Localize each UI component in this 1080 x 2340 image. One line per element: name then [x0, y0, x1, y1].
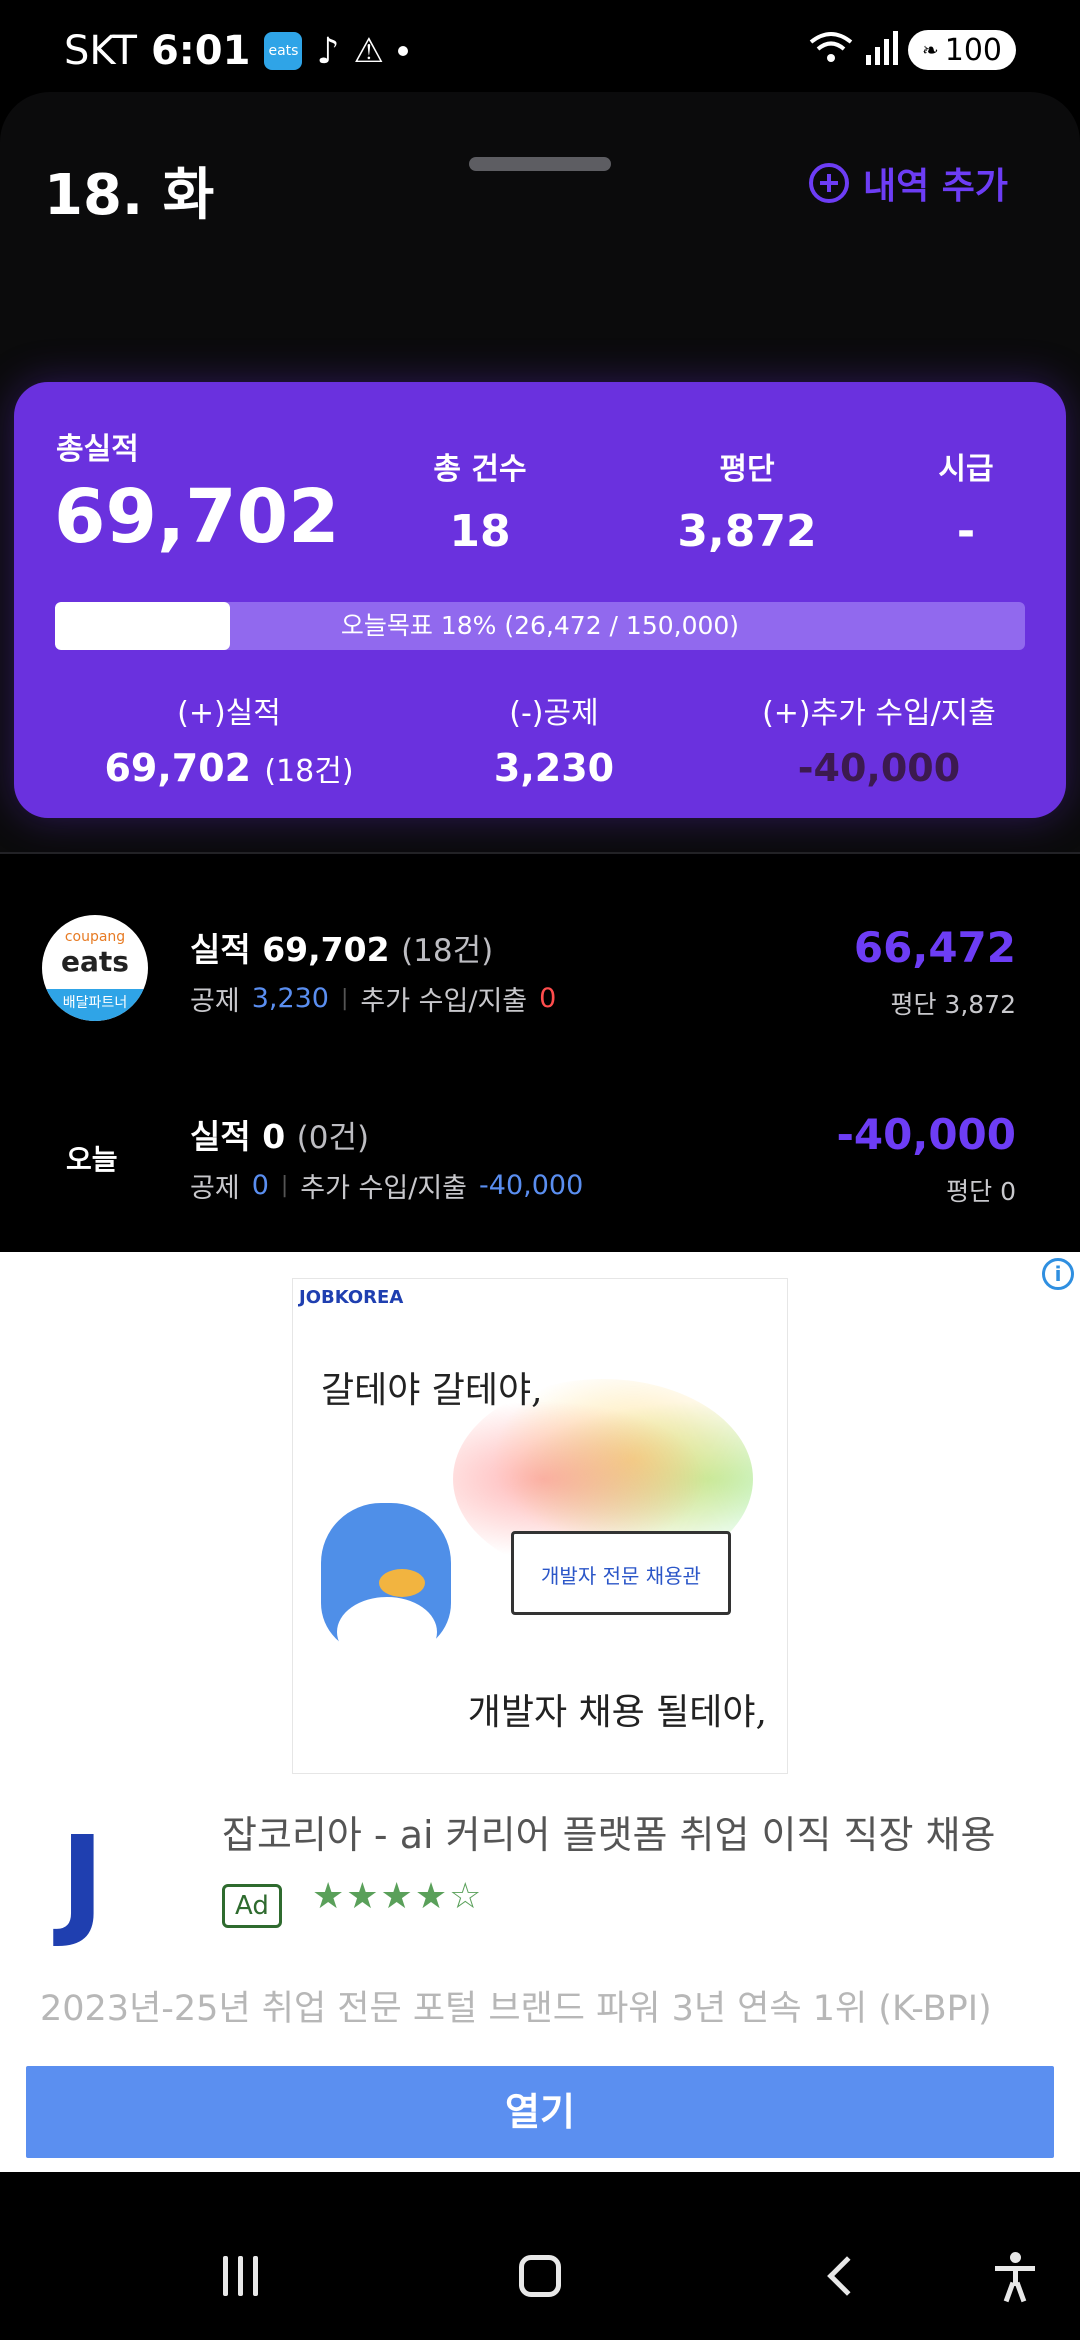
ad-image-line2: 개발자 채용 될테야,: [467, 1692, 767, 1733]
add-record-button[interactable]: 내역 추가: [808, 157, 1008, 209]
ad-image-line1: 갈테야 갈테야,: [321, 1370, 543, 1411]
row-avg: 평단 3,872: [890, 990, 1016, 1019]
separator: |: [340, 986, 349, 1011]
row-amount: 66,472: [853, 923, 1016, 972]
deduct-label: 공제: [190, 1173, 240, 1204]
total-value: 69,702: [54, 474, 340, 560]
wifi-icon: [808, 30, 854, 70]
ad-image-brand: JOBKOREA: [299, 1287, 404, 1308]
back-icon: [827, 2256, 867, 2296]
count-label: 총 건수: [433, 452, 527, 487]
separator: |: [280, 1173, 289, 1198]
plus-circle-icon: [808, 163, 849, 203]
deduct-label: 공제: [190, 986, 240, 1017]
add-record-label: 내역 추가: [862, 166, 1008, 207]
row-subtitle: 공제 3,230 | 추가 수입/지출 0: [190, 979, 556, 1018]
row-title-text: 실적 0: [190, 1117, 286, 1156]
row-title-text: 실적 69,702: [190, 930, 390, 969]
extra-label: 추가 수입/지출: [360, 986, 528, 1017]
minus-value: 3,230: [493, 746, 615, 790]
goal-progress-text: 오늘목표 18% (26,472 / 150,000): [340, 611, 740, 640]
logo-brand: eats: [61, 945, 129, 978]
ad-banner[interactable]: i JOBKOREA 갈테야 갈테야, 개발자 전문 채용관 개발자 채용 될테…: [0, 1252, 1080, 2172]
row-subtitle: 공제 0 | 추가 수입/지출 -40,000: [190, 1166, 583, 1205]
divider: [0, 852, 1080, 854]
logo-brand-top: coupang: [64, 929, 126, 945]
plus-value-line: 69,702 (18건): [54, 746, 404, 790]
avg-value: 3,872: [677, 506, 817, 557]
jobkorea-logo: J: [60, 1812, 105, 1951]
clock: 6:01: [150, 28, 251, 74]
plus-label: (+)실적: [177, 696, 281, 731]
mascot-beak: [379, 1569, 425, 1597]
date-title: 18. 화: [44, 163, 215, 228]
row-amount: -40,000: [836, 1110, 1016, 1159]
status-right: ❧ 100: [808, 30, 1016, 70]
accessibility-button[interactable]: [980, 2246, 1050, 2306]
hourly-value: -: [956, 506, 976, 557]
extra-value: -40,000: [797, 746, 961, 790]
row-avg: 평단 0: [946, 1177, 1016, 1206]
row-title: 실적 69,702 (18건): [190, 923, 493, 971]
list-item-coupang-eats[interactable]: coupang eats 배달파트너 실적 69,702 (18건) 공제 3,…: [0, 893, 1080, 1043]
ad-info-icon[interactable]: i: [1042, 1258, 1074, 1290]
mascot-belly: [337, 1597, 437, 1667]
home-button[interactable]: [505, 2246, 575, 2306]
deduct-value: 3,230: [251, 983, 329, 1014]
summary-card: 총실적 69,702 총 건수 18 평단 3,872 시급 - 오늘목표 18…: [14, 382, 1066, 818]
plus-stat: (+)실적 69,702 (18건): [54, 688, 404, 790]
extra-label: (+)추가 수입/지출: [762, 696, 996, 731]
extra-value: 0: [539, 983, 557, 1014]
eats-app-icon: eats: [264, 32, 303, 70]
ad-open-button[interactable]: 열기: [26, 2066, 1054, 2158]
coupang-eats-logo: coupang eats 배달파트너: [42, 915, 148, 1021]
row-title: 실적 0 (0건): [190, 1110, 369, 1158]
ad-badge: Ad: [222, 1884, 282, 1928]
plus-value: 69,702: [104, 746, 252, 790]
recent-apps-icon: [222, 2256, 258, 2296]
drag-handle[interactable]: [469, 157, 611, 171]
ad-sign: 개발자 전문 채용관: [511, 1531, 731, 1615]
recent-apps-button[interactable]: [205, 2246, 275, 2306]
battery-level: 100: [944, 32, 1002, 68]
carrier-label: SKT: [64, 28, 137, 74]
list-item-today[interactable]: 오늘 실적 0 (0건) 공제 0 | 추가 수입/지출 -40,000 -40…: [0, 1080, 1080, 1230]
ad-image[interactable]: JOBKOREA 갈테야 갈테야, 개발자 전문 채용관 개발자 채용 될테야,: [292, 1278, 788, 1774]
warning-icon: ⚠: [353, 31, 384, 71]
hourly-label: 시급: [938, 452, 994, 487]
accessibility-icon: [995, 2252, 1035, 2303]
goal-progress-bar: 오늘목표 18% (26,472 / 150,000): [55, 602, 1025, 650]
navigation-bar: [0, 2216, 1080, 2340]
ad-sign-text: 개발자 전문 채용관: [541, 1564, 701, 1588]
count-stat: 총 건수 18: [360, 444, 600, 557]
avg-stat: 평단 3,872: [627, 444, 867, 557]
avg-label: 평단: [719, 452, 775, 487]
back-button[interactable]: [812, 2246, 882, 2306]
extra-stat: (+)추가 수입/지출 -40,000: [714, 688, 1044, 790]
signal-icon: [864, 31, 898, 69]
rating-stars-icon: ★★★★☆: [312, 1876, 484, 1917]
total-label: 총실적: [56, 432, 139, 467]
minus-stat: (-)공제 3,230: [414, 688, 694, 790]
minus-label: (-)공제: [509, 696, 599, 731]
notification-dot-icon: [397, 46, 408, 56]
ad-title[interactable]: 잡코리아 - ai 커리어 플랫폼 취업 이직 직장 채용: [222, 1804, 995, 1859]
status-left: SKT 6:01 eats ♪ ⚠: [64, 28, 408, 74]
hourly-stat: 시급 -: [906, 444, 1026, 557]
row-title-count: (18건): [401, 933, 494, 969]
battery-indicator: ❧ 100: [907, 30, 1016, 70]
plus-count: (18건): [264, 754, 354, 789]
ad-description: 2023년-25년 취업 전문 포털 브랜드 파워 3년 연속 1위 (K-BP…: [40, 1989, 992, 2029]
row-title-count: (0건): [296, 1120, 370, 1156]
deduct-value: 0: [251, 1170, 269, 1201]
extra-value: -40,000: [479, 1170, 584, 1201]
logo-band: 배달파트너: [42, 989, 148, 1021]
today-label: 오늘: [66, 1143, 118, 1176]
count-value: 18: [449, 506, 511, 557]
extra-label: 추가 수입/지출: [300, 1173, 468, 1204]
leaf-icon: ❧: [921, 38, 939, 62]
home-icon: [519, 2255, 561, 2297]
tiktok-icon: ♪: [316, 30, 340, 72]
